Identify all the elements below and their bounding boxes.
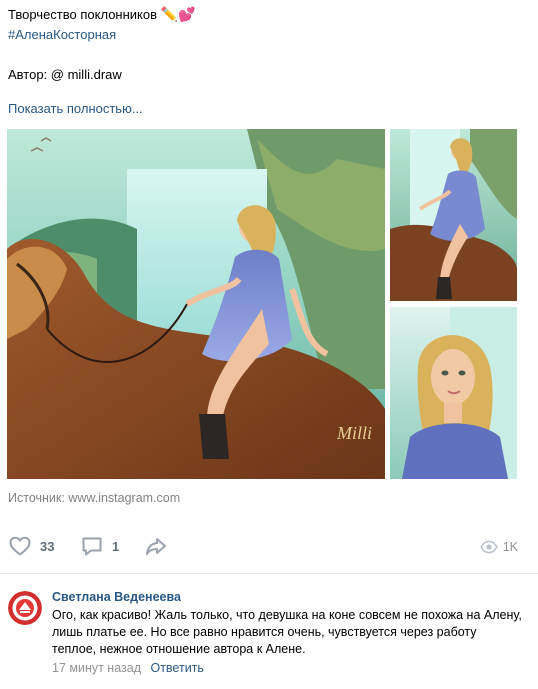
post-photo-thumb-1[interactable] xyxy=(390,129,517,301)
like-count: 33 xyxy=(40,538,55,554)
heart-icon xyxy=(9,536,31,556)
post-title-line: Творчество поклонников ✏️💕 xyxy=(8,4,528,25)
comment-meta: 17 минут назад Ответить xyxy=(52,661,204,675)
artist-signature: Milli xyxy=(336,423,372,443)
comment-time[interactable]: 17 минут назад xyxy=(52,661,141,675)
views-counter: 1K xyxy=(479,538,518,556)
share-button[interactable] xyxy=(144,534,168,558)
comment-text: Ого, как красиво! Жаль только, что девуш… xyxy=(52,608,522,656)
avatar-badge-icon xyxy=(8,591,42,625)
pencil-heart-emoji-icon: ✏️💕 xyxy=(160,6,196,22)
post-source: Источник: www.instagram.com xyxy=(8,491,180,505)
post-title: Творчество поклонников xyxy=(8,7,158,22)
post-author-line: Автор: @ milli.draw xyxy=(8,67,122,82)
comment-author[interactable]: Светлана Веденеева xyxy=(52,590,181,604)
views-count: 1K xyxy=(502,540,518,554)
source-link[interactable]: www.instagram.com xyxy=(68,491,180,505)
comment-icon xyxy=(82,537,102,556)
post-hashtag[interactable]: #АленаКосторная xyxy=(8,25,528,45)
comment-count: 1 xyxy=(112,538,120,554)
reply-link[interactable]: Ответить xyxy=(150,661,203,675)
eye-icon xyxy=(479,540,498,554)
share-arrow-icon xyxy=(146,538,166,555)
post-photo-main[interactable]: Milli xyxy=(7,129,385,479)
comment-button[interactable]: 1 xyxy=(80,534,119,558)
like-button[interactable]: 33 xyxy=(8,534,54,558)
rider-closeup-painting xyxy=(390,129,517,301)
post-actions-bar: 33 1 1K xyxy=(0,530,538,562)
post-text: Творчество поклонников ✏️💕 #АленаКосторн… xyxy=(8,4,528,85)
post-photo-thumb-2[interactable] xyxy=(390,307,517,479)
show-more-link[interactable]: Показать полностью... xyxy=(8,101,143,116)
comments-divider xyxy=(0,573,538,574)
horse-rider-painting: Milli xyxy=(7,129,385,479)
source-label: Источник: xyxy=(8,491,65,505)
avatar[interactable] xyxy=(8,591,42,625)
portrait-painting xyxy=(390,307,517,479)
